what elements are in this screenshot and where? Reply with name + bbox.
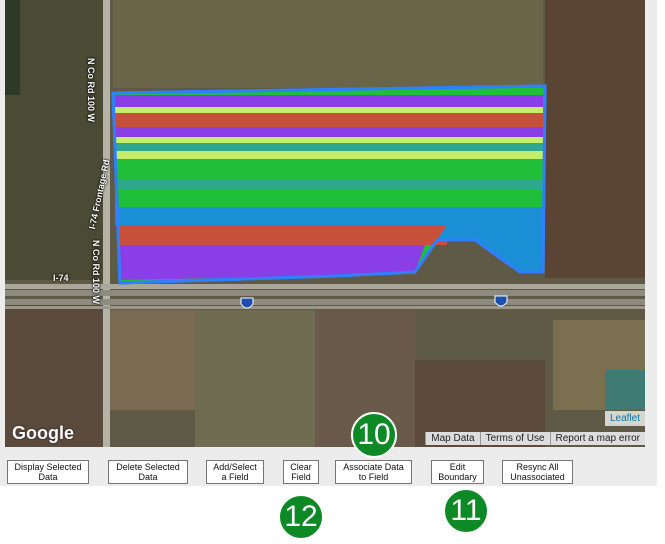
delete-selected-data-button[interactable]: Delete Selected Data: [108, 460, 188, 484]
terms-of-use-link[interactable]: Terms of Use: [479, 432, 550, 445]
marker-11: 11: [443, 488, 489, 534]
clear-field-button[interactable]: Clear Field: [283, 460, 319, 484]
marker-12: 12: [278, 494, 324, 540]
add-select-field-button[interactable]: Add/Select a Field: [206, 460, 264, 484]
marker-10: 10: [351, 412, 397, 458]
map-attribution: Map Data Terms of Use Report a map error: [425, 432, 645, 445]
google-logo: Google: [12, 423, 74, 443]
resync-all-button[interactable]: Resync All Unassociated: [502, 460, 573, 484]
map-panel: N Co Rd 100 W N Co Rd 100 W I-74 Frontag…: [0, 0, 657, 486]
report-map-error-link[interactable]: Report a map error: [549, 432, 645, 445]
map-imagery: [5, 0, 645, 447]
road-label-vertical-bottom: N Co Rd 100 W: [91, 240, 101, 305]
display-selected-data-button[interactable]: Display Selected Data: [7, 460, 89, 484]
edit-boundary-button[interactable]: Edit Boundary: [431, 460, 484, 484]
road-label-vertical-top: N Co Rd 100 W: [86, 58, 96, 123]
associate-data-button[interactable]: Associate Data to Field: [335, 460, 412, 484]
map-data-link[interactable]: Map Data: [425, 432, 480, 445]
road-label-interstate: I-74: [53, 273, 69, 283]
satellite-map[interactable]: N Co Rd 100 W N Co Rd 100 W I-74 Frontag…: [5, 0, 645, 447]
leaflet-link[interactable]: Leaflet: [604, 411, 645, 426]
